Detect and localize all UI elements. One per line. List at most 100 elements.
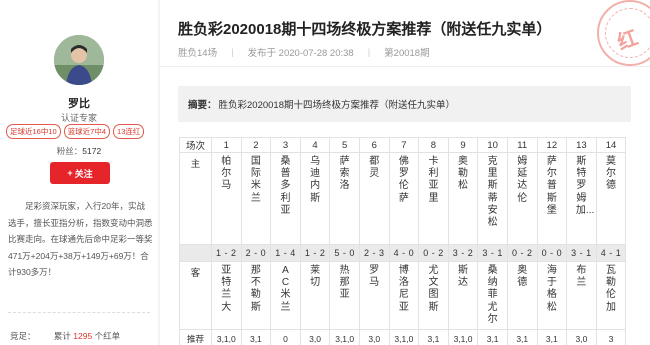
badge-basketball-record: 篮球近7中4 (63, 124, 111, 139)
meta-separator: | (367, 46, 371, 58)
score-cell: 1 - 4 (270, 244, 301, 262)
expert-bio: 足彩资深玩家，入行20年，实战选手，擅长亚指分析，指数变动中洞悉比赛走向。在球通… (8, 201, 153, 277)
home-team-name: 国际米兰 (250, 156, 261, 204)
follow-label: 关注 (74, 168, 93, 179)
guest-team-name: 瓦勒伦加 (606, 265, 617, 313)
no-cell: 8 (418, 137, 449, 153)
avatar[interactable] (54, 35, 104, 85)
no-cell: 10 (477, 137, 508, 153)
home-team-name: 桑普多利亚 (280, 156, 291, 216)
meta-separator: | (231, 46, 234, 58)
home-team-name: 莫尔德 (606, 156, 617, 192)
no-cell: 5 (329, 137, 360, 153)
header-divider (160, 66, 650, 67)
stat-prefix: 累计 (53, 331, 71, 341)
guest-team-cell: AC米兰 (270, 261, 301, 330)
home-team-name: 乌迪内斯 (310, 156, 321, 204)
no-cell: 11 (506, 137, 538, 153)
no-cell: 9 (447, 137, 479, 153)
expert-stat: 竞足： 累计 1295 个红单 (10, 330, 120, 342)
guest-team-cell: 桑纳菲尤尔 (477, 261, 508, 330)
guest-team-name: 那不勒斯 (250, 265, 261, 313)
follow-button[interactable]: + 关注 (50, 162, 110, 184)
stat-label: 竞足： (10, 331, 36, 341)
guest-team-cell: 莱切 (299, 261, 331, 330)
guest-team-cell: 亚特兰大 (211, 261, 242, 330)
expert-profile-card: 罗比 认证专家 足球近16中10 篮球近7中4 13连红 粉丝：5172 + 关… (0, 0, 158, 345)
rec-cell: 3,0 (566, 329, 597, 345)
guest-team-cell: 海于格松 (536, 261, 568, 330)
home-team-row: 主帕尔马 国际米兰 桑普多利亚 乌迪内斯 萨索洛 都灵 佛罗伦萨 卡利亚里 奥勒松 克里斯蒂安松 姆… (179, 152, 627, 245)
meta-issue: 第20018期 (384, 48, 430, 59)
meta-category[interactable]: 胜负14场 (178, 45, 217, 59)
guest-team-name: 亚特兰大 (221, 265, 232, 313)
home-team-cell: 奥勒松 (447, 152, 479, 245)
summary-text: 胜负彩2020018期十四场终极方案推荐（附送任九实单） (218, 100, 456, 111)
no-cell: 13 (566, 137, 597, 153)
rec-cell: 3,1,0 (388, 329, 420, 345)
home-team-cell: 帕尔马 (211, 152, 242, 245)
badge-win-streak: 13连红 (113, 124, 145, 139)
summary-label: 摘要： (188, 100, 217, 111)
home-team-cell: 佛罗伦萨 (388, 152, 420, 245)
article-title: 胜负彩2020018期十四场终极方案推荐（附送任九实单） (178, 21, 552, 38)
score-cell: 4 - 0 (388, 244, 420, 262)
no-cell: 14 (595, 137, 627, 153)
no-cell: 4 (299, 137, 331, 153)
meta-date: 发布于 2020-07-28 20:38 (247, 48, 354, 59)
score-cell: 5 - 0 (329, 244, 360, 262)
row-label (179, 244, 212, 262)
guest-team-name: 尤文图斯 (428, 265, 439, 313)
article-panel: 胜负彩2020018期十四场终极方案推荐（附送任九实单） 胜负14场 | 发布于… (160, 0, 650, 345)
row-label: 客 (179, 261, 212, 330)
score-cell: 2 - 0 (240, 244, 272, 262)
no-cell: 6 (358, 137, 390, 153)
recommend-row: 推荐 3,1,0 3,1 0 3,0 3,1,0 3,0 3,1,0 3,1 3,1,0 3,1 3,… (179, 329, 627, 345)
guest-team-name: 莱切 (310, 265, 321, 289)
rec-cell: 3 (595, 329, 627, 345)
rec-cell: 3,0 (358, 329, 390, 345)
guest-team-name: 桑纳菲尤尔 (487, 265, 498, 325)
guest-team-cell: 奥德 (506, 261, 538, 330)
rec-cell: 3,0 (299, 329, 331, 345)
fans-label: 粉丝： (56, 146, 83, 156)
row-label: 推荐 (179, 329, 212, 345)
guest-team-cell: 热那亚 (329, 261, 360, 330)
expert-role: 认证专家 (60, 113, 97, 123)
guest-team-row: 客亚特兰大 那不勒斯 AC米兰 莱切 热那亚 罗马 博洛尼亚 尤文图斯 斯达 桑纳菲尤尔 奥德 海于格… (179, 261, 627, 330)
rec-cell: 3,1,0 (211, 329, 242, 345)
match-number-row: 场次 1 2 3 4 5 6 7 8 9 10 11 12 13 14 (179, 137, 627, 153)
rec-cell: 3,1,0 (447, 329, 479, 345)
guest-team-name: 海于格松 (546, 265, 557, 313)
home-team-cell: 姆延达伦 (506, 152, 538, 245)
record-badges: 足球近16中10 篮球近7中4 13连红 (6, 124, 156, 139)
expert-name: 罗比 (68, 98, 90, 110)
score-row: 1 - 22 - 01 - 41 - 25 - 02 - 34 - 00 - 2… (179, 244, 627, 262)
guest-team-name: AC米兰 (280, 265, 291, 313)
row-label: 主 (179, 152, 212, 245)
rec-cell: 3,1 (240, 329, 272, 345)
score-cell: 2 - 3 (358, 244, 390, 262)
home-team-name: 奥勒松 (458, 156, 469, 192)
home-team-cell: 国际米兰 (240, 152, 272, 245)
score-cell: 3 - 1 (566, 244, 597, 262)
guest-team-cell: 罗马 (358, 261, 390, 330)
rec-cell: 3,1 (418, 329, 449, 345)
home-team-cell: 萨尔普斯堡 (536, 152, 568, 245)
score-cell: 0 - 2 (418, 244, 449, 262)
home-team-name: 斯特罗姆加... (575, 156, 595, 216)
row-label: 场次 (179, 137, 212, 153)
article-summary: 摘要： 胜负彩2020018期十四场终极方案推荐（附送任九实单） (178, 86, 631, 122)
score-cell: 0 - 2 (506, 244, 538, 262)
rec-cell: 0 (270, 329, 301, 345)
no-cell: 12 (536, 137, 568, 153)
guest-team-cell: 瓦勒伦加 (595, 261, 627, 330)
home-team-cell: 都灵 (358, 152, 390, 245)
rec-cell: 3,1 (536, 329, 568, 345)
guest-team-name: 博洛尼亚 (398, 265, 409, 313)
score-cell: 1 - 2 (299, 244, 331, 262)
score-cell: 3 - 1 (477, 244, 508, 262)
home-team-name: 姆延达伦 (517, 156, 528, 204)
guest-team-name: 热那亚 (339, 265, 350, 301)
fans-value: 5172 (82, 146, 102, 156)
